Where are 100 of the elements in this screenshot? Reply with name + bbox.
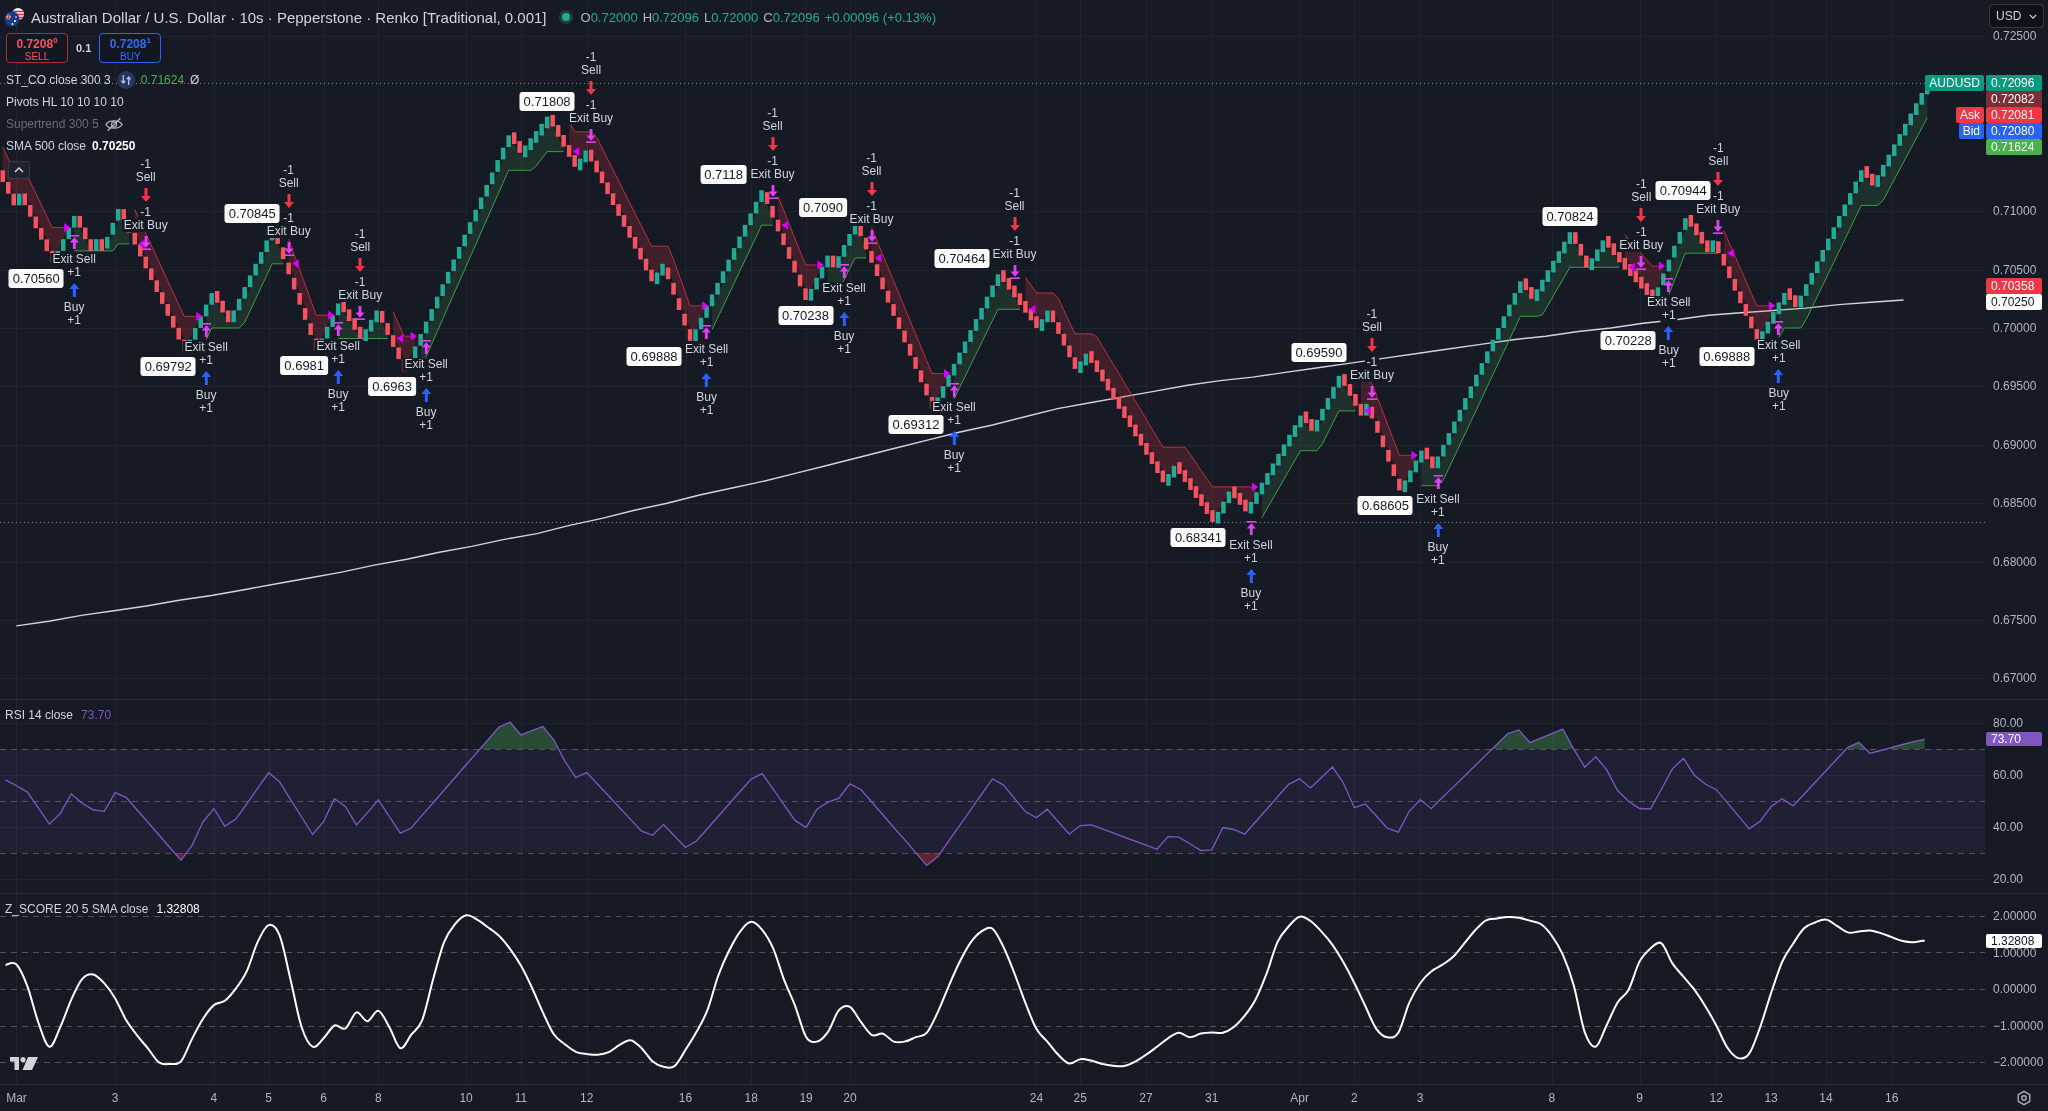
- price-label: 0.70824: [1542, 207, 1598, 227]
- price-tag: 73.70: [1986, 732, 2042, 747]
- up-arrow-icon: [69, 234, 80, 249]
- signal-label: Sell: [1629, 190, 1654, 204]
- sell-button[interactable]: 0.7208$^{0}$ SELL: [6, 33, 68, 63]
- signal-label: Exit Buy: [748, 167, 797, 181]
- flag-icon: [4, 7, 25, 27]
- currency-dropdown[interactable]: USD: [1989, 4, 2044, 28]
- price-scale-label: −1.00000: [1993, 1020, 2044, 1031]
- price-label: 0.6981: [280, 356, 329, 376]
- price-label: 0.70845: [224, 203, 280, 223]
- indicator-name: Supertrend 300 5: [6, 117, 99, 131]
- crossed-eye-icon[interactable]: [104, 116, 123, 132]
- swap-arrows-icon: [116, 71, 135, 89]
- order-size-label: -1: [352, 275, 368, 289]
- buy-button[interactable]: 0.7208$^{1}$ BUY: [99, 33, 162, 63]
- ohlc-value: 0.72096: [652, 9, 700, 25]
- time-scale-label: 12: [1709, 1091, 1723, 1105]
- indicator-name: RSI 14 close: [5, 707, 74, 723]
- collapse-button[interactable]: [8, 161, 30, 179]
- tag-caption: AUDUSD: [1925, 75, 1984, 92]
- ohlc-value: 0.72000: [711, 9, 759, 25]
- triangle-marker-icon: [572, 147, 580, 157]
- signal-label: Exit Sell: [820, 281, 868, 295]
- time-scale-label: 18: [744, 1091, 758, 1105]
- settings-icon[interactable]: [2016, 1090, 2032, 1106]
- order-size-label: -1: [352, 227, 368, 241]
- time-scale-label: 27: [1139, 1091, 1153, 1105]
- order-size-label: +1: [1659, 309, 1678, 323]
- signal-label: Exit Sell: [1755, 339, 1803, 353]
- chart-title: Australian Dollar / U.S. Dollar · 10s · Pepperstone · Renko [Traditional, 0.001]: [31, 8, 547, 26]
- price-scale-label: −2.00000: [1993, 1057, 2044, 1068]
- triangle-marker-icon: [328, 310, 335, 320]
- price-scale-label: 0.68500: [1993, 498, 2037, 509]
- time-scale-label: Apr: [1290, 1091, 1309, 1105]
- price-scale-label: 2.00000: [1993, 910, 2037, 921]
- up-arrow-icon: [1663, 278, 1674, 293]
- triangle-marker-icon: [781, 220, 789, 230]
- signal-label: Buy: [413, 406, 439, 420]
- signal-label: Exit Sell: [50, 252, 98, 266]
- signal-label: Sell: [1706, 155, 1731, 169]
- price-tag: 0.70250: [1986, 294, 2042, 311]
- order-size-label: -1: [1633, 225, 1649, 239]
- time-scale-label: 3: [111, 1091, 119, 1105]
- price-scale-label: 0.00000: [1993, 984, 2037, 994]
- price-label: 0.7090: [799, 197, 847, 217]
- up-arrow-icon: [1773, 369, 1784, 384]
- triangle-marker-icon: [1727, 248, 1734, 258]
- time-scale-label: 11: [514, 1091, 528, 1105]
- signal-label: Sell: [1359, 320, 1384, 334]
- price-label: 0.70464: [934, 249, 990, 269]
- signal-label: Sell: [133, 170, 158, 184]
- time-scale-label: 19: [799, 1091, 813, 1105]
- time-scale-label: 31: [1205, 1091, 1219, 1105]
- order-size-label: -1: [1007, 234, 1022, 248]
- price-label: 0.68341: [1170, 527, 1226, 547]
- indicator-name: ST_CO close 300 3: [6, 73, 111, 87]
- logo-icon: [10, 1057, 38, 1070]
- down-arrow-icon: [1009, 216, 1020, 231]
- down-arrow-icon: [1009, 264, 1020, 279]
- up-arrow-icon: [201, 371, 212, 386]
- time-scale-label: 16: [1885, 1091, 1899, 1105]
- price-label: 0.7118: [700, 165, 747, 185]
- price-tag: 0.71624: [1986, 139, 2042, 156]
- down-arrow-icon: [1366, 337, 1377, 352]
- triangle-marker-icon: [1658, 261, 1666, 271]
- down-arrow-icon: [140, 187, 151, 202]
- price-scale-label: 0.72500: [1993, 31, 2037, 41]
- ohlc-label: H: [642, 9, 653, 25]
- up-arrow-icon: [421, 340, 432, 355]
- price-scale-label: 60.00: [1993, 769, 2024, 780]
- down-arrow-icon: [1366, 385, 1377, 400]
- time-scale-label: 10: [459, 1091, 473, 1105]
- indicator-suffix: Ø: [190, 73, 200, 87]
- order-size-label: -1: [583, 50, 599, 64]
- tag-caption: Bid: [1958, 123, 1984, 140]
- indicator-value: 73.70: [81, 707, 112, 723]
- order-size-label: -1: [765, 106, 780, 120]
- indicator-value: 0.71624: [140, 73, 185, 87]
- order-size-label: -1: [583, 98, 599, 112]
- time-scale-label: 8: [1548, 1091, 1556, 1105]
- down-arrow-icon: [586, 80, 597, 95]
- signal-label: Sell: [579, 63, 604, 77]
- signal-label: Exit Sell: [682, 342, 731, 356]
- order-size-label: -1: [138, 157, 153, 171]
- price-label: 0.69888: [626, 346, 682, 366]
- price-label: 0.71808: [519, 91, 575, 111]
- price-label: 0.70944: [1655, 181, 1711, 201]
- price-change: +0.00096 (+0.13%): [824, 9, 936, 25]
- up-arrow-icon: [333, 322, 344, 337]
- up-arrow-icon: [421, 388, 432, 403]
- price-tag: 0.72080: [1986, 123, 2042, 140]
- price-scale-label: 0.69000: [1993, 439, 2037, 450]
- price-scale-label: 0.67000: [1993, 673, 2037, 684]
- triangle-marker-icon: [292, 259, 299, 269]
- signal-label: Buy: [1766, 387, 1792, 401]
- up-arrow-icon: [1663, 326, 1674, 341]
- signal-label: Sell: [348, 240, 373, 254]
- triangle-marker-icon: [1364, 406, 1371, 416]
- tag-caption: Ask: [1956, 107, 1984, 124]
